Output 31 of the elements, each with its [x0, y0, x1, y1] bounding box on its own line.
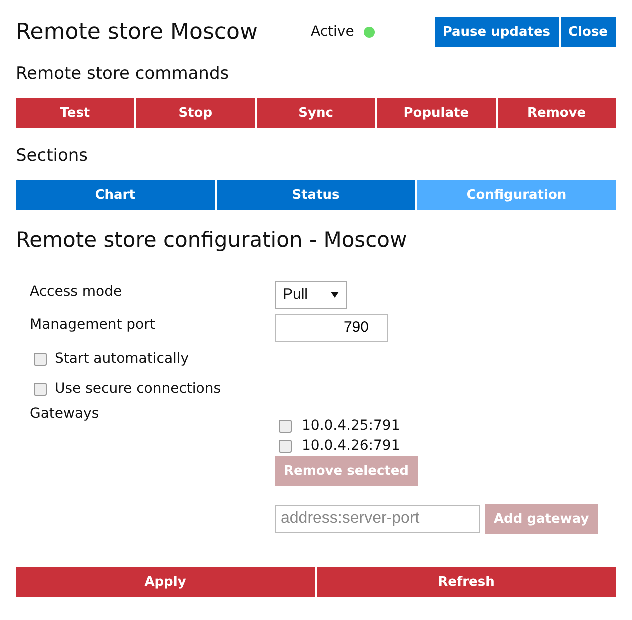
- command-button[interactable]: Remove: [498, 98, 616, 128]
- command-button[interactable]: Populate: [377, 98, 496, 128]
- section-heading: Sections: [16, 146, 90, 166]
- gateway-input[interactable]: address:server-port: [275, 505, 480, 533]
- command-button[interactable]: Sync: [256, 98, 376, 128]
- footer-button[interactable]: Refresh: [317, 567, 616, 597]
- command-button[interactable]: Test: [16, 98, 134, 128]
- port-input[interactable]: 790: [275, 314, 388, 342]
- command-button[interactable]: Stop: [136, 98, 255, 128]
- checkbox[interactable]: [34, 382, 47, 396]
- gateway-address: 10.0.4.25:791: [302, 418, 400, 434]
- caret-icon: [331, 292, 339, 298]
- field-label: Management port: [30, 316, 156, 333]
- section-heading: Remote store configuration - Moscow: [16, 228, 408, 252]
- header-button[interactable]: Pause updates: [434, 17, 559, 47]
- gateway-address: 10.0.4.26:791: [302, 438, 400, 454]
- header-button[interactable]: Close: [560, 17, 616, 47]
- field-label: Gateways: [30, 406, 100, 422]
- status-text: Active: [311, 24, 354, 40]
- field-label: Access mode: [30, 283, 124, 300]
- window-title: Remote store Moscow: [16, 20, 259, 44]
- checkbox-label: Use secure connections: [55, 381, 222, 397]
- access-mode-select[interactable]: Pull: [275, 280, 347, 308]
- checkbox-label: Start automatically: [55, 351, 190, 367]
- checkbox[interactable]: [34, 352, 47, 366]
- footer-button[interactable]: Apply: [16, 567, 315, 597]
- section-heading: Remote store commands: [16, 64, 230, 84]
- checkbox[interactable]: [279, 420, 292, 432]
- section-tab[interactable]: Status: [216, 180, 416, 210]
- checkbox[interactable]: [279, 440, 292, 452]
- section-tab[interactable]: Chart: [16, 180, 215, 210]
